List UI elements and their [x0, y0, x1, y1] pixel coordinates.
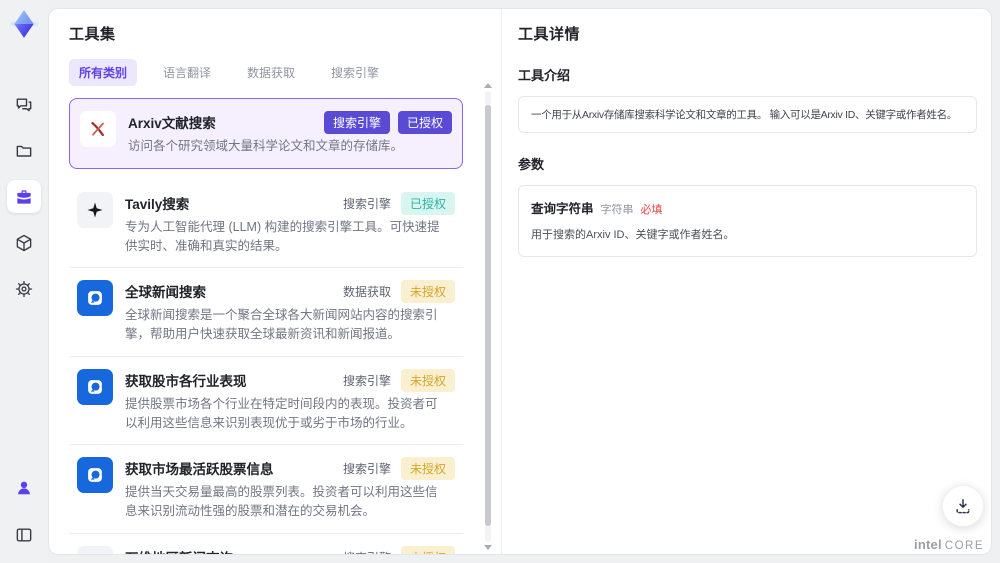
scrollbar-thumb[interactable]: [485, 105, 491, 526]
avatar-icon: [14, 478, 34, 498]
page-title: 工具集: [69, 26, 116, 43]
category-label: 搜索引擎: [342, 196, 391, 211]
tool-card-sector-performance[interactable]: 获取股市各行业表现 提供股票市场各个行业在特定时间段内的表现。投资者可以利用这些…: [69, 357, 463, 446]
app-logo: [7, 7, 41, 41]
main-card: 工具集 所有类别 语言翻译 数据获取 搜索引擎 Arxiv文献搜索 访问各个研究…: [48, 8, 992, 555]
detail-title: 工具详情: [518, 26, 581, 43]
news-search-logo: [77, 457, 113, 494]
tab-search-engine[interactable]: 搜索引擎: [321, 59, 389, 86]
intro-box: 一个用于从Arxiv存储库搜索科学论文和文章的工具。 输入可以是Arxiv ID…: [518, 96, 977, 133]
tool-detail-pane: 工具详情 工具介绍 一个用于从Arxiv存储库搜索科学论文和文章的工具。 输入可…: [501, 9, 991, 554]
toolbox-icon: [14, 187, 34, 207]
tool-card-active-stocks[interactable]: 获取市场最活跃股票信息 提供当天交易量最高的股票列表。投资者可以利用这些信息来识…: [69, 445, 463, 534]
category-label: 搜索引擎: [342, 462, 391, 477]
param-required-flag: 必填: [640, 204, 663, 216]
parameter-card: 查询字符串 字符串 必填 用于搜索的Arxiv ID、关键字或作者姓名。: [518, 185, 977, 257]
arxiv-logo: [80, 111, 116, 147]
auth-status-badge: 已授权: [400, 191, 455, 215]
tool-desc: 提供股票市场各个行业在特定时间段内的表现。投资者可以利用这些信息来识别表现优于或…: [125, 396, 438, 430]
category-label: 搜索引擎: [343, 549, 391, 554]
newspaper-icon: [77, 545, 113, 554]
tool-card-tavily[interactable]: Tavily搜索 专为人工智能代理 (LLM) 构建的搜索引擎工具。可快速提供实…: [69, 180, 463, 269]
download-button[interactable]: [942, 485, 984, 527]
params-heading: 参数: [518, 157, 545, 172]
rail-nav: [7, 88, 41, 305]
tool-card-arxiv[interactable]: Arxiv文献搜索 访问各个研究领域大量科学论文和文章的存储库。 搜索引擎 已授…: [69, 98, 463, 169]
list-scrollbar[interactable]: [484, 83, 492, 550]
panel-icon: [14, 525, 34, 545]
auth-status-badge: 未授权: [400, 368, 455, 392]
intro-heading: 工具介绍: [518, 68, 571, 83]
sidebar-item-collapse[interactable]: [7, 518, 41, 551]
news-search-logo: [77, 280, 113, 317]
tool-list: Arxiv文献搜索 访问各个研究领域大量科学论文和文章的存储库。 搜索引擎 已授…: [69, 98, 463, 554]
sidebar-item-package[interactable]: [7, 226, 41, 259]
scroll-down-icon[interactable]: [484, 545, 492, 550]
news-search-logo: [77, 368, 113, 405]
category-label: 数据获取: [342, 285, 391, 300]
auth-status-badge: 未授权: [400, 545, 455, 554]
category-label: 搜索引擎: [342, 373, 391, 388]
rail-bottom: [0, 471, 48, 551]
param-type: 字符串: [600, 204, 634, 216]
sidebar-item-toolbox[interactable]: [7, 180, 41, 213]
tab-all-categories[interactable]: 所有类别: [69, 59, 138, 86]
tool-desc: 访问各个研究领域大量科学论文和文章的存储库。: [128, 139, 404, 153]
chat-icon: [14, 95, 34, 115]
package-icon: [14, 233, 34, 253]
brand-intel-text: intel: [914, 537, 942, 552]
intro-text: 一个用于从Arxiv存储库搜索科学论文和文章的工具。 输入可以是Arxiv ID…: [531, 109, 957, 121]
tab-data-fetch[interactable]: 数据获取: [237, 59, 305, 86]
left-rail: [0, 0, 48, 563]
auth-status-badge: 已授权: [397, 111, 452, 134]
param-desc: 用于搜索的Arxiv ID、关键字或作者姓名。: [531, 229, 735, 241]
download-icon: [953, 496, 973, 516]
auth-status-badge: 未授权: [400, 280, 455, 304]
tool-desc: 提供当天交易量最高的股票列表。投资者可以利用这些信息来识别流动性强的股票和潜在的…: [125, 485, 438, 518]
gear-icon: [14, 279, 34, 299]
brand-core-text: core: [944, 540, 984, 552]
sidebar-item-account[interactable]: [7, 471, 41, 504]
tool-list-pane: 工具集 所有类别 语言翻译 数据获取 搜索引擎 Arxiv文献搜索 访问各个研究…: [49, 9, 501, 554]
intel-core-logo: intel core: [914, 537, 984, 552]
tool-card-regional-news[interactable]: 万维地区新闻查询 查询具体行政区划内的新闻，快速了解各地新闻动 搜索引擎 未授权: [69, 534, 463, 554]
tab-language-translation[interactable]: 语言翻译: [153, 59, 221, 86]
tavily-star: [77, 191, 113, 228]
scroll-up-icon[interactable]: [484, 83, 492, 88]
tool-card-global-news[interactable]: 全球新闻搜索 全球新闻搜索是一个聚合全球各大新闻网站内容的搜索引擎，帮助用户快速…: [69, 268, 463, 357]
folder-icon: [14, 141, 34, 161]
category-tabs: 所有类别 语言翻译 数据获取 搜索引擎: [69, 59, 463, 86]
sidebar-item-chat[interactable]: [7, 88, 41, 121]
sidebar-item-settings[interactable]: [7, 272, 41, 305]
tool-desc: 全球新闻搜索是一个聚合全球各大新闻网站内容的搜索引擎，帮助用户快速获取全球最新资…: [125, 308, 438, 341]
sidebar-item-folder[interactable]: [7, 134, 41, 167]
tool-desc: 专为人工智能代理 (LLM) 构建的搜索引擎工具。可快速提供实时、准确和真实的结…: [125, 219, 440, 253]
param-name: 查询字符串: [531, 202, 594, 216]
category-badge: 搜索引擎: [323, 111, 390, 134]
auth-status-badge: 未授权: [400, 457, 455, 481]
